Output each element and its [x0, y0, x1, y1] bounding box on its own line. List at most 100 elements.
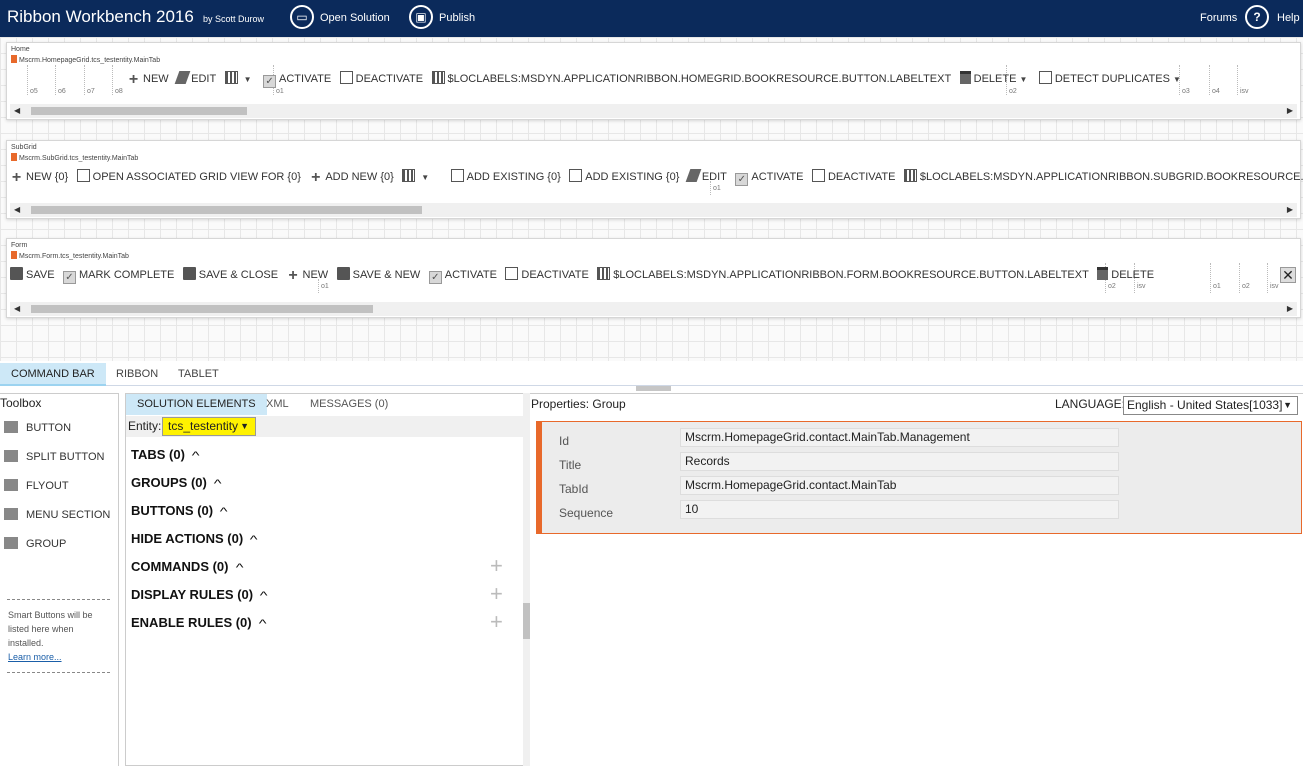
tab-solution-elements[interactable]: SOLUTION ELEMENTS — [126, 394, 267, 415]
deactivate-icon — [811, 169, 825, 182]
subgrid-hscrollbar[interactable]: ◀ ▶ — [10, 203, 1297, 217]
ribbon-button-book-resource[interactable]: $LOCLABELS:MSDYN.APPLICATIONRIBBON.SUBGR… — [903, 168, 1303, 186]
ribbon-button-edit[interactable]: EDIT — [174, 70, 216, 88]
property-field-id[interactable]: Mscrm.HomepageGrid.contact.MainTab.Manag… — [680, 428, 1119, 447]
ribbon-button-deactivate[interactable]: DEACTIVATE — [811, 168, 895, 186]
property-label-sequence: Sequence — [559, 506, 614, 520]
ribbon-button-delete[interactable]: DELETE ▼ — [959, 70, 1031, 88]
ribbon-button-save-close[interactable]: SAVE & CLOSE — [182, 266, 278, 284]
entity-select[interactable]: tcs_testentity ▼ — [162, 417, 256, 436]
property-field-sequence[interactable]: 10 — [680, 500, 1119, 519]
save-disk-icon[interactable]: ▣ — [409, 5, 433, 29]
form-tab-id: Mscrm.Form.tcs_testentity.MainTab — [11, 251, 129, 260]
ribbon-button-add-existing[interactable]: ADD EXISTING {0} — [450, 168, 561, 186]
ribbon-button-grid-menu[interactable]: ▼ — [402, 168, 432, 186]
forums-link[interactable]: Forums — [1200, 12, 1237, 24]
ribbon-button-edit[interactable]: EDIT — [685, 168, 727, 186]
plus-icon: + — [11, 169, 22, 186]
scroll-thumb[interactable] — [523, 603, 530, 639]
publish-button[interactable]: Publish — [439, 12, 475, 24]
ribbon-button-activate[interactable]: ✓ ACTIVATE — [735, 168, 804, 186]
open-solution-button[interactable]: Open Solution — [320, 12, 390, 24]
tab-command-bar[interactable]: COMMAND BAR — [0, 363, 106, 386]
ribbon-button-activate[interactable]: ✓ ACTIVATE — [263, 70, 331, 88]
tab-ribbon[interactable]: RIBBON — [105, 363, 169, 386]
ribbon-button-mark-complete[interactable]: ✓ MARK COMPLETE — [62, 266, 174, 284]
folder-icon[interactable]: ▭ — [290, 5, 314, 29]
dropdown-arrow-icon: ▼ — [243, 75, 252, 84]
check-icon: ✓ — [428, 271, 442, 284]
scroll-right-icon[interactable]: ▶ — [1287, 104, 1293, 118]
ribbon-button-deactivate[interactable]: DEACTIVATE — [505, 266, 589, 284]
check-icon: ✓ — [263, 75, 277, 88]
help-link[interactable]: Help — [1277, 12, 1300, 24]
ribbon-button-book-resource[interactable]: $LOCLABELS:MSDYN.APPLICATIONRIBBON.HOMEG… — [431, 70, 951, 88]
add-enable-rule-plus-icon[interactable]: + — [490, 611, 503, 633]
toolbox-item-button[interactable]: BUTTON — [4, 421, 71, 434]
property-field-tabid[interactable]: Mscrm.HomepageGrid.contact.MainTab — [680, 476, 1119, 495]
save-new-icon — [336, 267, 350, 280]
selected-accent-bar — [537, 422, 542, 533]
section-buttons[interactable]: BUTTONS (0) ^ — [131, 503, 228, 518]
section-display-rules[interactable]: DISPLAY RULES (0) ^ — [131, 587, 268, 602]
ribbon-button-save[interactable]: SAVE — [10, 266, 55, 284]
property-label-id: Id — [559, 434, 570, 448]
form-button-row: SAVE ✓ MARK COMPLETE SAVE & CLOSE + NEW SA… — [10, 266, 1158, 284]
toolbox-panel: Toolbox BUTTON SPLIT BUTTON FLYOUT MENU … — [0, 393, 119, 766]
home-hscrollbar[interactable]: ◀ ▶ — [10, 104, 1297, 118]
ribbon-button-grid-menu[interactable]: ▼ — [224, 70, 255, 88]
home-tab-id: Mscrm.HomepageGrid.tcs_testentity.MainTa… — [11, 55, 160, 64]
close-icon[interactable]: ✕ — [1280, 267, 1296, 283]
chevron-up-icon: ^ — [213, 478, 222, 490]
check-icon: ✓ — [62, 271, 76, 284]
toolbox-item-split-button[interactable]: SPLIT BUTTON — [4, 450, 104, 463]
ribbon-button-add-new[interactable]: + ADD NEW {0} — [309, 168, 394, 186]
toolbox-item-flyout[interactable]: FLYOUT — [4, 479, 69, 492]
toolbox-title: Toolbox — [0, 396, 42, 410]
scroll-left-icon[interactable]: ◀ — [14, 203, 20, 217]
chevron-up-icon: ^ — [235, 562, 243, 574]
toolbox-item-menu-section[interactable]: MENU SECTION — [4, 508, 110, 521]
learn-more-link[interactable]: Learn more... — [8, 650, 109, 664]
scroll-right-icon[interactable]: ▶ — [1287, 302, 1293, 316]
section-groups[interactable]: GROUPS (0) ^ — [131, 475, 222, 490]
toolbox-item-group[interactable]: GROUP — [4, 537, 66, 550]
property-field-title[interactable]: Records — [680, 452, 1119, 471]
scroll-left-icon[interactable]: ◀ — [14, 104, 20, 118]
scroll-thumb[interactable] — [31, 206, 422, 214]
ribbon-button-activate[interactable]: ✓ ACTIVATE — [428, 266, 497, 284]
section-enable-rules[interactable]: ENABLE RULES (0) ^ — [131, 615, 266, 630]
tab-tablet[interactable]: TABLET — [167, 363, 230, 386]
tab-messages[interactable]: MESSAGES (0) — [299, 394, 399, 415]
section-tabs[interactable]: TABS (0) ^ — [131, 447, 199, 462]
ribbon-button-detect-duplicates[interactable]: DETECT DUPLICATES ▼ — [1038, 70, 1184, 88]
pane-splitter[interactable] — [636, 386, 671, 391]
add-command-plus-icon[interactable]: + — [490, 555, 503, 577]
ribbon-button-save-new[interactable]: SAVE & NEW — [336, 266, 420, 284]
ribbon-button-delete[interactable]: DELETE — [1097, 266, 1154, 284]
ribbon-button-deactivate[interactable]: DEACTIVATE — [339, 70, 423, 88]
tab-xml[interactable]: XML — [255, 394, 300, 415]
dropdown-arrow-icon: ▼ — [421, 173, 430, 182]
help-icon[interactable]: ? — [1245, 5, 1269, 29]
scroll-left-icon[interactable]: ◀ — [14, 302, 20, 316]
language-select[interactable]: English - United States[1033] ▼ — [1123, 396, 1298, 415]
pencil-icon — [174, 71, 191, 84]
section-hide-actions[interactable]: HIDE ACTIONS (0) ^ — [131, 531, 258, 546]
plus-icon: + — [288, 267, 298, 284]
ribbon-button-book-resource[interactable]: $LOCLABELS:MSDYN.APPLICATIONRIBBON.FORM.… — [597, 266, 1089, 284]
duplicates-icon — [1038, 71, 1052, 84]
form-hscrollbar[interactable]: ◀ ▶ — [10, 302, 1297, 316]
scroll-thumb[interactable] — [31, 107, 247, 115]
scroll-right-icon[interactable]: ▶ — [1287, 203, 1293, 217]
solution-vscrollbar[interactable] — [523, 393, 530, 766]
trash-icon — [959, 71, 971, 84]
ribbon-button-new[interactable]: + NEW — [127, 70, 169, 88]
scroll-thumb[interactable] — [31, 305, 373, 313]
add-display-rule-plus-icon[interactable]: + — [490, 583, 503, 605]
ribbon-button-new[interactable]: + NEW — [287, 266, 328, 284]
ribbon-button-open-associated[interactable]: OPEN ASSOCIATED GRID VIEW FOR {0} — [76, 168, 301, 186]
ribbon-button-add-existing-2[interactable]: ADD EXISTING {0} — [569, 168, 679, 186]
ribbon-button-new[interactable]: + NEW {0} — [10, 168, 68, 186]
section-commands[interactable]: COMMANDS (0) ^ — [131, 559, 243, 574]
